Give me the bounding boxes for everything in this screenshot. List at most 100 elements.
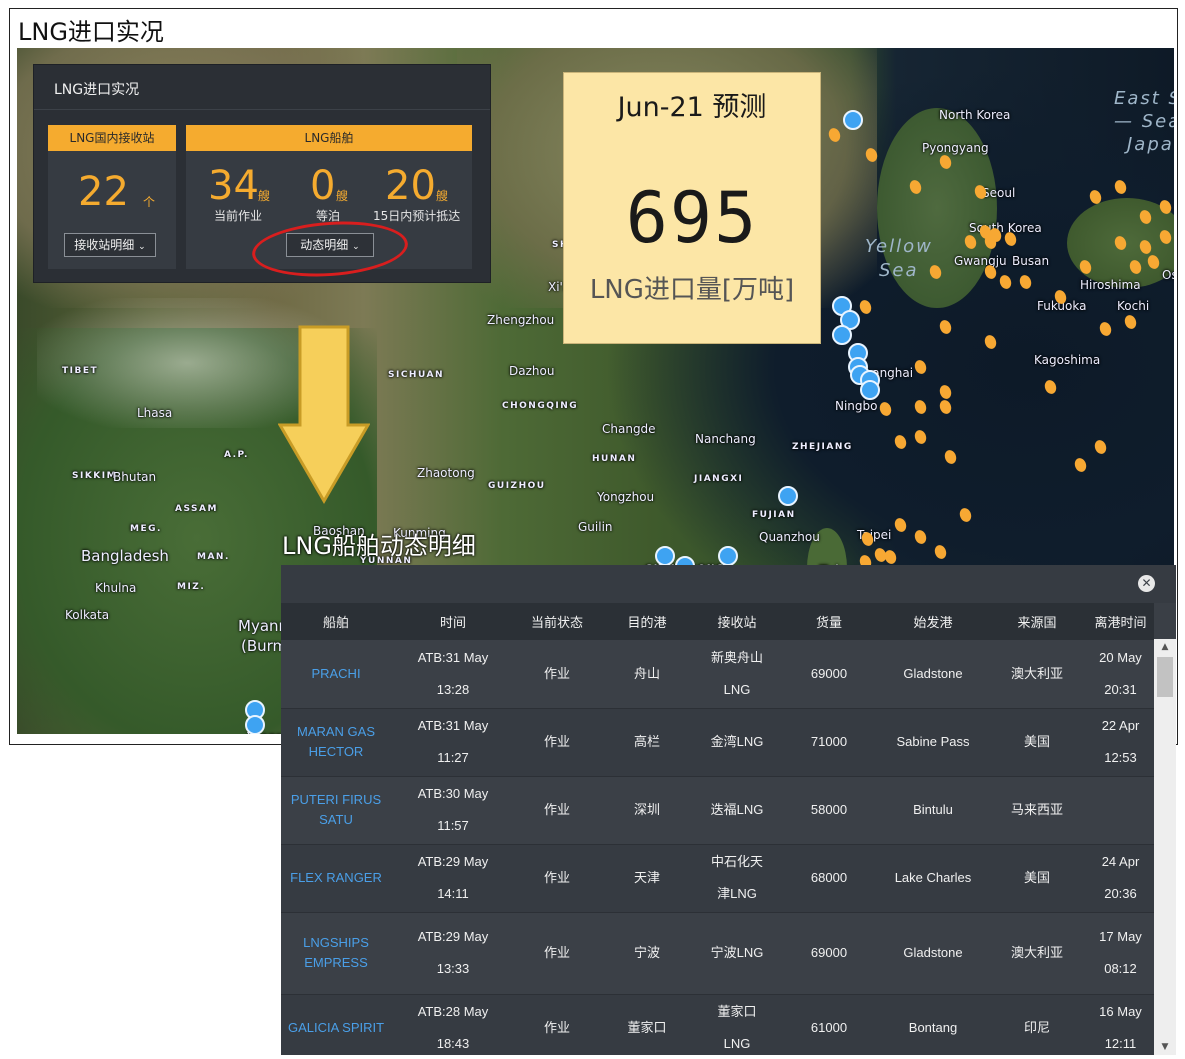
vessel-marker[interactable] [912,398,929,416]
berth-time-line1: ATB:29 May [417,854,489,869]
vessel-marker[interactable] [1122,313,1139,331]
vessel-status: 作业 [543,665,570,681]
map-label: FUJIAN [752,510,796,520]
vessel-table-container[interactable]: 船舶 时间 当前状态 目的港 接收站 货量 始发港 来源国 离港时间 PRACHI ATB:31 … [281,603,1154,1055]
map-label: North Korea [939,108,1011,122]
source-country: 马来西亚 [1010,802,1063,817]
berth-time: ATB:31 May 11:27 [391,708,515,776]
origin-port: Gladstone [903,665,963,681]
map-label: SIKKIM [72,471,118,481]
table-row[interactable]: PRACHI ATB:31 May 13:28 作业 舟山 新奥舟山 LNG 69000 Gla… [281,640,1154,708]
vessel-marker[interactable] [937,398,954,416]
column-header[interactable]: 货量 [779,603,879,640]
departure-time: 22 Apr 12:53 [1087,708,1154,776]
destination-port: 高栏 [633,734,660,749]
vessel-marker[interactable] [1097,320,1114,338]
origin-port: Lake Charles [894,870,972,885]
vessel-marker[interactable] [937,318,954,336]
table-row[interactable]: LNGSHIPS EMPRESS ATB:29 May 13:33 作业 宁波 宁波LNG… [281,912,1154,994]
map-label: Seoul [982,186,1016,200]
departure-time: 16 May 12:11 [1087,994,1154,1055]
vessel-marker[interactable] [982,333,999,351]
callout-caption: LNG船舶动态明细 [282,532,476,560]
map-label: MIZ. [177,582,206,592]
vessel-marker[interactable] [912,528,929,546]
map-label: Yellow [865,236,933,257]
terminals-card: LNG国内接收站 22 个 接收站明细 ⌄ [48,125,176,269]
close-icon[interactable]: ✕ [1138,575,1155,592]
ship-name[interactable]: FLEX RANGER [281,844,391,912]
vessel-marker[interactable] [957,506,974,524]
departure-time: 17 May 08:12 [1087,912,1154,994]
origin-port: Bintulu [913,802,953,817]
vessel-marker[interactable] [1092,438,1109,456]
column-header[interactable]: 目的港 [599,603,695,640]
berth-time: ATB:29 May 13:33 [391,912,515,994]
table-row[interactable]: GALICIA SPIRIT ATB:28 May 18:43 作业 董家口 董家口 LNG… [281,994,1154,1055]
column-header[interactable]: 离港时间 [1087,603,1154,640]
berth-time-line2: 11:57 [437,818,469,833]
ship-marker-icon[interactable] [778,486,798,506]
scroll-down-icon[interactable]: ▼ [1154,1039,1176,1055]
map-label: CHONGQING [502,401,579,411]
column-header[interactable]: 接收站 [695,603,779,640]
receiving-terminal: 迭福LNG [710,802,764,817]
vessel-marker[interactable] [1017,273,1034,291]
forecast-value: 695 [625,177,759,259]
vessel-marker[interactable] [932,543,949,561]
ship-marker-icon[interactable] [832,325,852,345]
receiving-terminal: 中石化天 津LNG [695,844,779,912]
ship-name[interactable]: PRACHI [281,640,391,708]
vessel-marker[interactable] [937,383,954,401]
vessel-marker[interactable] [912,428,929,446]
vessel-marker[interactable] [912,358,929,376]
receiving-terminal-line2: 津LNG [717,886,757,901]
ship-marker-icon[interactable] [718,546,738,566]
vessel-marker[interactable] [892,516,909,534]
column-header[interactable]: 时间 [391,603,515,640]
column-header[interactable]: 来源国 [987,603,1087,640]
terminal-details-button[interactable]: 接收站明细 ⌄ [64,233,156,257]
vessel-marker[interactable] [1072,456,1089,474]
ship-marker-icon[interactable] [245,715,265,734]
map-label: Gwangju [954,254,1007,268]
vessels-waiting-unit: 艘 [336,189,349,203]
vessel-marker[interactable] [882,548,899,566]
destination-port: 深圳 [633,802,660,817]
map-label: Kagoshima [1034,353,1101,367]
table-row[interactable]: MARAN GAS HECTOR ATB:31 May 11:27 作业 高栏 金湾LNG… [281,708,1154,776]
down-arrow-icon [278,325,370,504]
departure-time: 20 May 20:31 [1087,640,1154,708]
receiving-terminal: 宁波LNG [710,945,764,960]
column-header[interactable]: 船舶 [281,603,391,640]
scroll-up-icon[interactable]: ▲ [1154,639,1176,655]
column-header[interactable]: 当前状态 [515,603,599,640]
map-label: Lhasa [137,406,173,420]
ship-marker-icon[interactable] [860,380,880,400]
table-header-row: 船舶 时间 当前状态 目的港 接收站 货量 始发港 来源国 离港时间 [281,603,1154,640]
ship-name[interactable]: LNGSHIPS EMPRESS [281,912,391,994]
map-label: Dazhou [509,364,555,378]
vessel-marker[interactable] [997,273,1014,291]
vessel-marker[interactable] [1112,178,1129,196]
ship-name[interactable]: GALICIA SPIRIT [281,994,391,1055]
table-scrollbar[interactable]: ▲ ▼ [1154,639,1176,1055]
ship-name[interactable]: PUTERI FIRUS SATU [281,776,391,844]
ship-marker-icon[interactable] [655,546,675,566]
ship-name[interactable]: MARAN GAS HECTOR [281,708,391,776]
map-label: Zhengzhou [487,313,555,327]
column-header[interactable]: 始发港 [879,603,987,640]
table-row[interactable]: PUTERI FIRUS SATU ATB:30 May 11:57 作业 深圳 迭福LN… [281,776,1154,844]
vessel-marker[interactable] [892,433,909,451]
vessel-marker[interactable] [877,400,894,418]
departure-time-line1: 16 May [1099,1004,1142,1019]
berth-time: ATB:29 May 14:11 [391,844,515,912]
berth-time: ATB:30 May 11:57 [391,776,515,844]
vessel-marker[interactable] [1042,378,1059,396]
vessel-marker[interactable] [942,448,959,466]
forecast-label: LNG进口量[万吨] [589,275,795,305]
table-row[interactable]: FLEX RANGER ATB:29 May 14:11 作业 天津 中石化天 津LNG 68… [281,844,1154,912]
vessels-working-label: 当前作业 [214,209,263,223]
ship-marker-icon[interactable] [843,110,863,130]
scroll-thumb[interactable] [1157,657,1173,697]
